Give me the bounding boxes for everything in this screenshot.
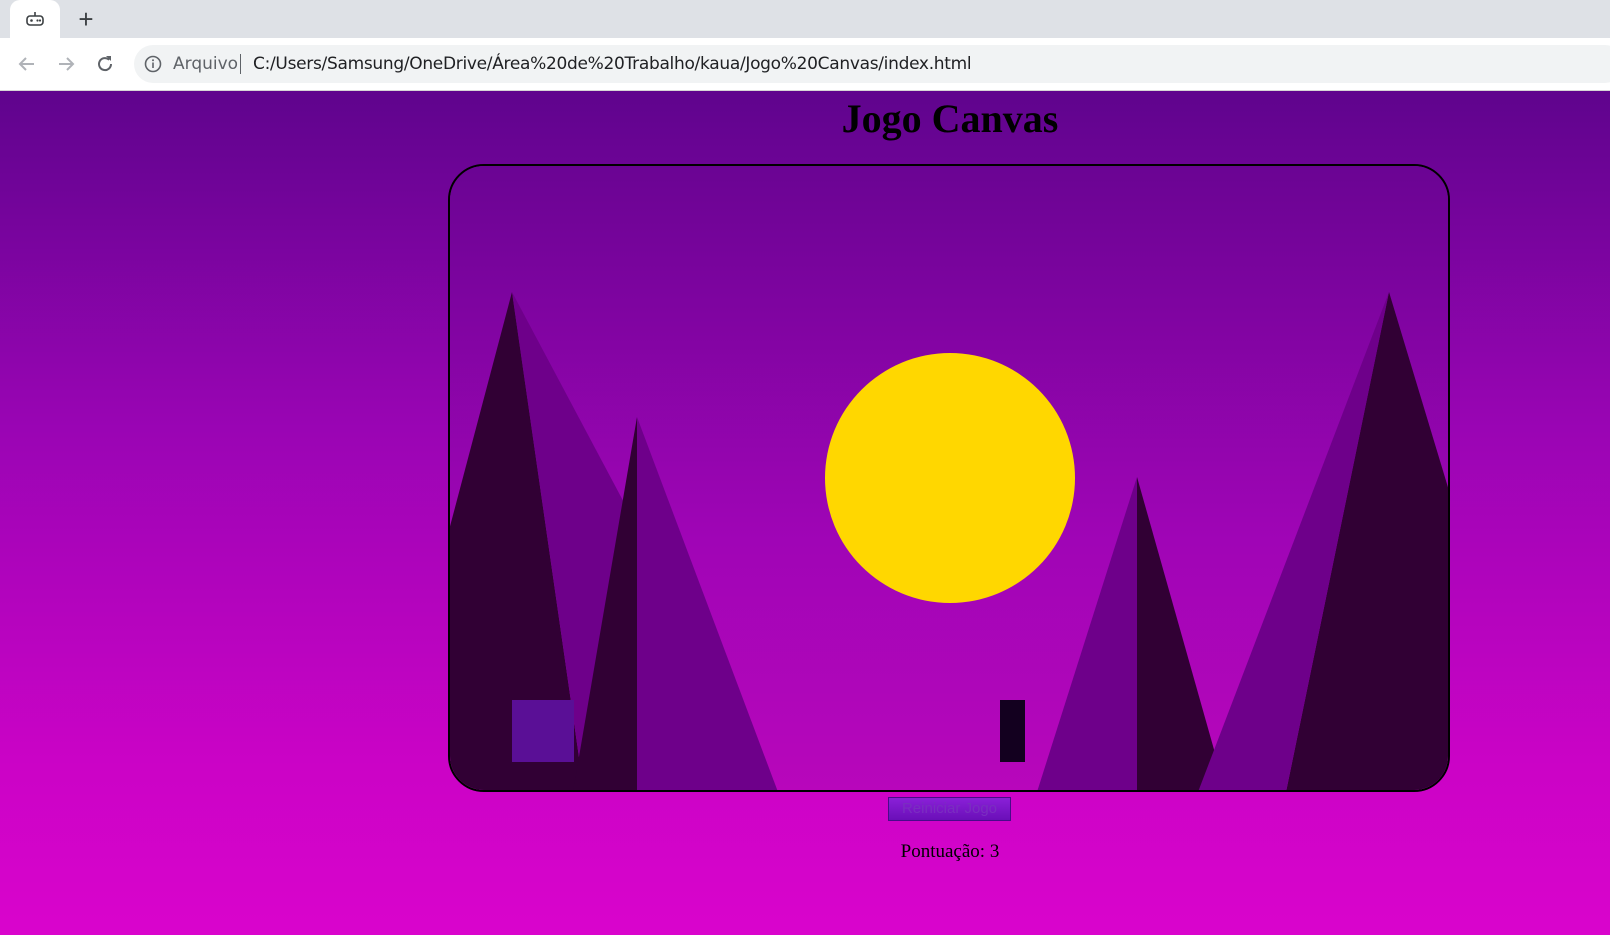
browser-tab[interactable] — [10, 0, 60, 38]
scheme-label: Arquivo — [173, 54, 239, 74]
reload-icon — [98, 56, 113, 72]
back-button[interactable] — [13, 50, 41, 78]
url-text[interactable]: C:/Users/Samsung/OneDrive/Área%20de%20Tr… — [253, 54, 972, 74]
reload-button[interactable] — [91, 50, 119, 78]
address-bar[interactable]: Arquivo C:/Users/Samsung/OneDrive/Área%2… — [134, 45, 1610, 83]
info-icon[interactable] — [144, 55, 162, 73]
sun — [825, 353, 1075, 603]
restart-button[interactable]: Reiniciar Jogo — [888, 797, 1011, 821]
address-separator — [240, 54, 241, 74]
game-scene — [450, 166, 1448, 790]
tab-strip: + — [0, 0, 1610, 38]
page-title: Jogo Canvas — [841, 96, 1059, 141]
game-canvas[interactable] — [448, 164, 1450, 792]
arrow-left-icon — [18, 57, 34, 71]
score-display: Pontuação: 3 — [800, 841, 1100, 863]
browser-toolbar: Arquivo C:/Users/Samsung/OneDrive/Área%2… — [0, 38, 1610, 91]
page-content: Jogo Canvas Reiniciar Jogo Pontuação: 3 — [0, 91, 1610, 935]
obstacle-block — [1000, 700, 1025, 762]
score-label: Pontuação: — [900, 841, 986, 862]
forward-button[interactable] — [52, 50, 80, 78]
score-value: 3 — [989, 841, 1000, 862]
player-block — [512, 700, 574, 762]
arrow-right-icon — [59, 57, 75, 71]
gamepad-icon — [26, 12, 44, 26]
new-tab-button[interactable]: + — [72, 5, 100, 33]
